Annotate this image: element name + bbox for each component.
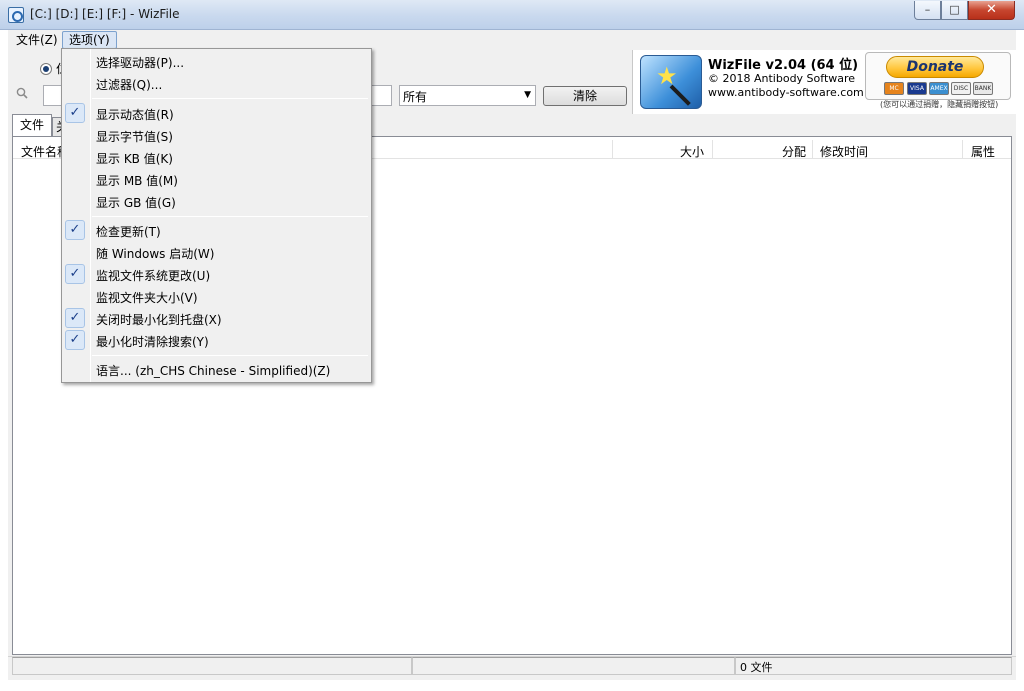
check-icon: ✓ [65,264,85,284]
menu-item-show-gb[interactable]: 显示 GB 值(G) [96,194,176,211]
menu-item-show-mb[interactable]: 显示 MB 值(M) [96,172,178,189]
file-count: 0 文件 [740,661,773,674]
filter-select-value: 所有 [403,90,428,104]
clear-button[interactable]: 清除 [543,86,627,106]
copyright-text: © 2018 Antibody Software [708,72,856,85]
maximize-button[interactable]: □ [941,1,968,20]
menu-gutter [90,49,91,382]
bank-icon: BANK [973,82,993,95]
search-icon [16,87,28,99]
discover-icon: DISC [951,82,971,95]
column-attributes[interactable]: 属性 [971,143,995,160]
check-icon: ✓ [65,330,85,350]
menu-item-filters[interactable]: 过滤器(Q)... [96,76,162,93]
status-cell [412,657,735,675]
column-separator[interactable] [812,140,813,158]
search-mode-radio[interactable] [40,63,52,75]
column-size[interactable]: 大小 [680,143,704,160]
amex-icon: AMEX [929,82,949,95]
column-separator[interactable] [712,140,713,158]
menu-item-show-kb[interactable]: 显示 KB 值(K) [96,150,173,167]
menu-bar [8,30,1016,50]
menu-item-start-with-windows[interactable]: 随 Windows 启动(W) [96,245,214,262]
product-title: WizFile v2.04 (64 位) [708,58,859,73]
column-separator[interactable] [612,140,613,158]
menu-item-minimize-to-tray[interactable]: 关闭时最小化到托盘(X) [96,311,222,328]
menu-item-language[interactable]: 语言... (zh_CHS Chinese - Simplified)(Z) [96,362,330,379]
chevron-down-icon: ▼ [524,90,531,100]
menu-file[interactable]: 文件(Z) [10,31,64,49]
menu-separator [92,355,368,356]
menu-separator [92,216,368,217]
menu-item-monitor-filesystem[interactable]: 监视文件系统更改(U) [96,267,210,284]
donate-button[interactable]: Donate [886,56,984,78]
close-button[interactable]: ✕ [968,1,1015,20]
column-separator[interactable] [962,140,963,158]
column-modified[interactable]: 修改时间 [820,143,868,160]
check-icon: ✓ [65,308,85,328]
tab-files[interactable]: 文件 [12,114,52,136]
check-icon: ✓ [65,220,85,240]
website-link[interactable]: www.antibody-software.com [708,86,864,99]
column-allocated[interactable]: 分配 [782,143,806,160]
mastercard-icon: MC [884,82,904,95]
minimize-button[interactable]: – [914,1,941,20]
menu-item-monitor-folder-size[interactable]: 监视文件夹大小(V) [96,289,198,306]
app-icon [8,7,24,23]
donate-note: (您可以通过捐赠，隐藏捐赠按钮) [880,100,999,109]
menu-item-select-drives[interactable]: 选择驱动器(P)... [96,54,184,71]
check-icon: ✓ [65,103,85,123]
menu-item-show-dynamic[interactable]: 显示动态值(R) [96,106,174,123]
menu-item-check-updates[interactable]: 检查更新(T) [96,223,161,240]
visa-icon: VISA [907,82,927,95]
status-cell [12,657,412,675]
status-cell [735,657,1012,675]
menu-separator [92,98,368,99]
menu-item-clear-search-on-minimize[interactable]: 最小化时清除搜索(Y) [96,333,209,350]
window-title: [C:] [D:] [E:] [F:] - WizFile [30,7,180,21]
menu-item-show-bytes[interactable]: 显示字节值(S) [96,128,173,145]
filter-select[interactable]: 所有 ▼ [399,85,536,106]
menu-options[interactable]: 选项(Y) [62,31,117,49]
